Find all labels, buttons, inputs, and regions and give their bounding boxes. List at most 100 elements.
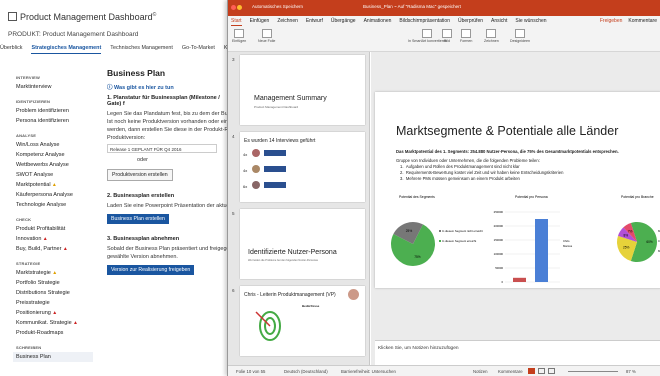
or-label: oder — [137, 157, 149, 163]
legend-label: In diesem Segment erreicht — [442, 239, 476, 243]
autosave-label[interactable]: Automatisches Speichern — [252, 4, 303, 9]
breadcrumb: PRODUKT: Product Management Dashboard — [8, 31, 139, 38]
sidebar-item[interactable]: Problem identifizieren — [16, 106, 96, 116]
version-select[interactable]: Release 1 GEPLANT FÜR Q4 2016 — [107, 144, 217, 153]
pie-label: 75% — [414, 255, 421, 259]
sidebar-item[interactable]: Marktinterview — [16, 82, 96, 92]
sidebar-item[interactable]: Win/Loss Analyse — [16, 140, 96, 150]
step1-text: Legen Sie das Plandatum fest, bis zu dem… — [107, 111, 227, 117]
release-version-button[interactable]: Version zur Realisierung freigeben — [107, 265, 195, 275]
sidebar-item[interactable]: Kompetenz Analyse — [16, 150, 96, 160]
new-slide-button[interactable]: Neue Folie — [258, 29, 275, 43]
minimize-window-icon[interactable] — [237, 5, 242, 10]
step1-text-2: Ist noch keine Produktversion vorhanden … — [107, 119, 227, 125]
sidebar-item[interactable]: Käuferpersona Analyse — [16, 190, 96, 200]
ppt-tab-8[interactable]: Ansicht — [491, 18, 507, 26]
sidebar-item-label: Business Plan — [16, 354, 51, 360]
tick-label: 100000 — [494, 252, 504, 256]
ppt-tab-0[interactable]: Start — [231, 18, 242, 26]
avatar — [252, 149, 260, 157]
designer-button[interactable]: Designideen — [510, 29, 530, 43]
sidebar-item[interactable]: Kommunikat. Strategie ▲ — [16, 318, 96, 328]
sidebar-item[interactable]: Buy, Build, Partner ▲ — [16, 244, 96, 254]
bar — [535, 219, 548, 282]
comments-button[interactable]: Kommentare — [628, 18, 657, 24]
sidebar-item-label: Marktinterview — [16, 84, 52, 90]
close-window-icon[interactable] — [231, 5, 236, 10]
persona-box — [264, 150, 286, 156]
sidebar: INTERVIEW Marktinterview IDENTIFIZIEREN Pro… — [13, 68, 96, 362]
avatar — [252, 165, 260, 173]
comments-toggle[interactable]: Kommentare — [498, 369, 523, 374]
sidebar-item-label: Marktpotential — [16, 182, 51, 188]
alert-icon: ▲ — [41, 236, 48, 242]
reading-view-icon[interactable] — [548, 368, 555, 374]
sidebar-item[interactable]: Preisstrategie — [16, 298, 96, 308]
sidebar-item[interactable]: Produkt-Roadmaps — [16, 328, 96, 338]
sorter-view-icon[interactable] — [538, 368, 545, 374]
sidebar-item[interactable]: Persona identifizieren — [16, 116, 96, 126]
sidebar-item[interactable]: SWOT Analyse — [16, 170, 96, 180]
slide-thumbnail[interactable]: Management Summary Product Management Da… — [240, 55, 365, 125]
shapes-button[interactable]: Formen — [460, 29, 472, 43]
sidebar-item[interactable]: Business Plan — [13, 352, 93, 362]
clipboard-icon — [234, 29, 245, 38]
avatar — [252, 181, 260, 189]
sidebar-item[interactable]: Portfolio Strategie — [16, 278, 96, 288]
accessibility-check[interactable]: Barrierefreiheit: Untersuchen — [341, 369, 396, 374]
help-question[interactable]: ⓘ Was gibt es hier zu tun — [107, 83, 227, 91]
sidebar-item[interactable]: Distributions Strategie — [16, 288, 96, 298]
language-indicator[interactable]: Deutsch (Deutschland) — [284, 369, 328, 374]
chart-title: Potential pro Persona — [515, 195, 548, 199]
share-button[interactable]: Freigeben — [600, 18, 623, 24]
legend-label: Chris — [563, 239, 570, 243]
sidebar-item[interactable]: Marktstrategie ▲ — [16, 268, 96, 278]
current-slide[interactable]: Marktsegmente & Potentiale alle Länder D… — [375, 92, 660, 288]
alert-icon: ▲ — [61, 246, 68, 252]
tab-0[interactable]: Überblick — [0, 45, 22, 54]
tab-2[interactable]: Technisches Management — [110, 45, 173, 54]
ppt-tab-6[interactable]: Bildschirmpräsentation — [399, 18, 450, 26]
sidebar-item[interactable]: Technologie Analyse — [16, 200, 96, 210]
logo-icon — [8, 12, 17, 21]
normal-view-icon[interactable] — [528, 368, 535, 374]
page-title: Product Management Dashboard© — [8, 12, 156, 22]
create-business-plan-button[interactable]: Business Plan erstellen — [107, 214, 169, 224]
ppt-tab-2[interactable]: Zeichnen — [277, 18, 298, 26]
sidebar-item[interactable]: Produkt Profitabilität — [16, 224, 96, 234]
ppt-tab-4[interactable]: Übergänge — [331, 18, 356, 26]
legend-label: In diesem Segment nicht erreicht — [442, 229, 483, 233]
slide-thumbnail[interactable]: Identifizierte Nutzer-Persona Wer leiden… — [240, 209, 365, 279]
tab-3[interactable]: Go-To-Market — [182, 45, 215, 54]
ppt-tab-3[interactable]: Entwurf — [306, 18, 323, 26]
draw-button[interactable]: Zeichnen — [484, 29, 499, 43]
create-version-button[interactable]: Produktversion erstellen — [107, 169, 173, 181]
sidebar-item-label: Buy, Build, Partner — [16, 246, 62, 252]
ppt-document-title: Business_Plan ~ Auf "Radisma Mac" gespei… — [363, 4, 461, 9]
zoom-level[interactable]: 87 % — [626, 369, 636, 374]
zoom-slider[interactable] — [568, 371, 618, 372]
notes-field[interactable]: Klicken Sie, um Notizen hinzuzufügen — [375, 340, 660, 365]
tick-label: 150000 — [494, 238, 504, 242]
slide-thumbnail[interactable]: Chris - Leiterin Produktmanagement (VP) … — [240, 286, 365, 356]
pie-label: 60% — [646, 240, 653, 244]
sidebar-item[interactable]: Marktpotential ▲ — [16, 180, 96, 190]
sidebar-item[interactable]: Innovation ▲ — [16, 234, 96, 244]
sidebar-item-label: Win/Loss Analyse — [16, 142, 60, 148]
paste-button[interactable]: Einfügen — [232, 29, 246, 43]
version-label: Produktversion: — [107, 135, 146, 141]
sidebar-item[interactable]: Positionierung ▲ — [16, 308, 96, 318]
ppt-tab-1[interactable]: Einfügen — [250, 18, 270, 26]
sidebar-item[interactable]: Wettbewerbs Analyse — [16, 160, 96, 170]
ppt-tab-9[interactable]: Sie wünschen — [515, 18, 546, 26]
thumb-label: 4x — [243, 168, 248, 173]
step3-title: 3. Businessplan abnehmen — [107, 236, 180, 242]
ppt-tab-5[interactable]: Animationen — [364, 18, 392, 26]
step2-text: Laden Sie eine Powerpoint Präsentation d… — [107, 203, 227, 209]
tab-1[interactable]: Strategisches Management — [31, 45, 102, 54]
ppt-tab-7[interactable]: Überprüfen — [458, 18, 483, 26]
image-button[interactable]: Bild — [442, 29, 452, 43]
slide-thumbnail[interactable]: Es wurden 14 Interviews geführt 4x 4x 6x — [240, 132, 365, 202]
notes-toggle[interactable]: Notizen — [473, 369, 488, 374]
step3-text-2: gewählte Version abnehmen. — [107, 254, 178, 260]
